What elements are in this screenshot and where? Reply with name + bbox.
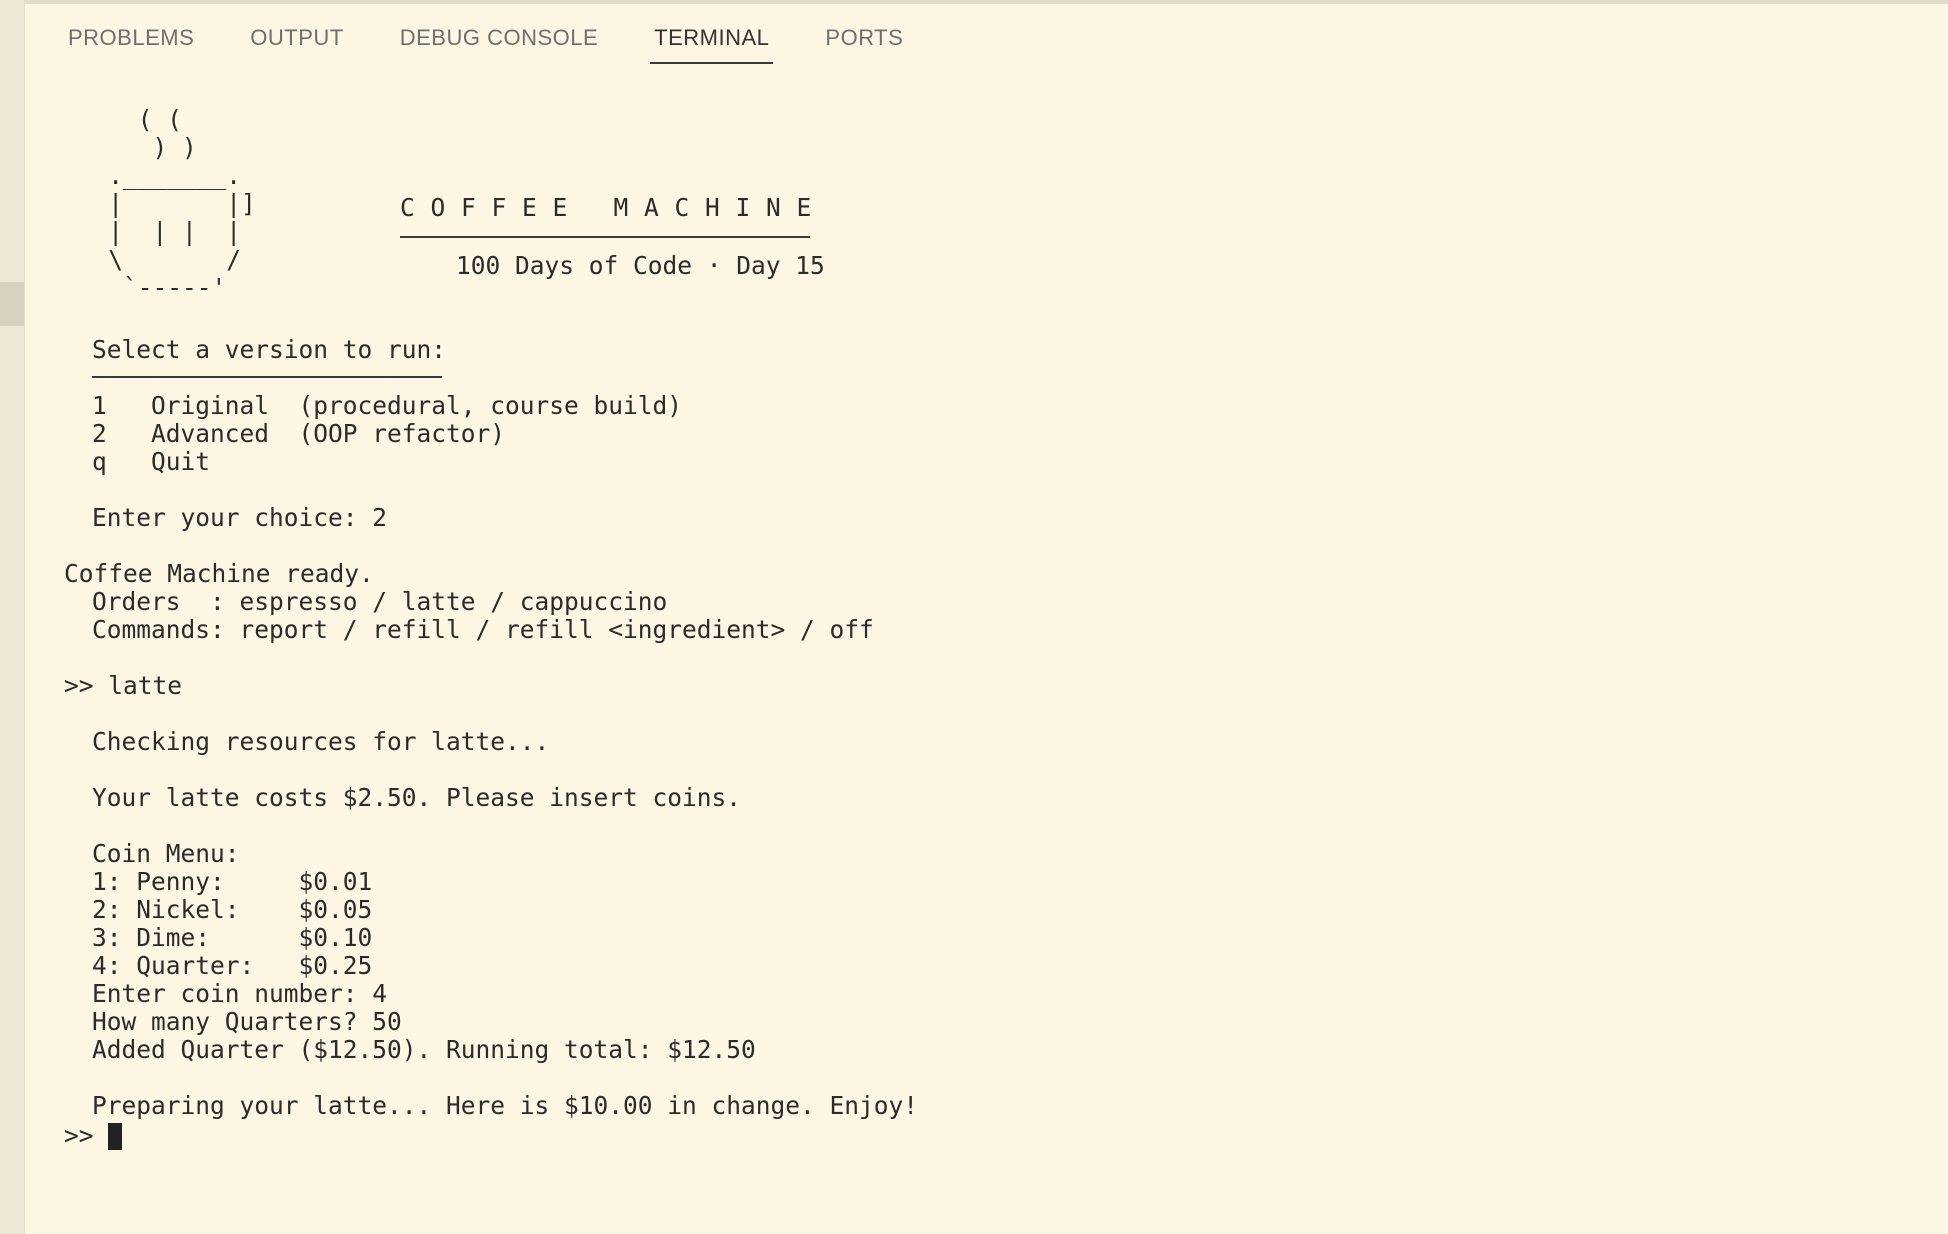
choice-line: Enter your choice: 2 (92, 503, 388, 532)
menu-option: q Quit (92, 447, 211, 476)
preparing-line: Preparing your latte... Here is $10.00 i… (92, 1091, 919, 1120)
coin-menu-item: 4: Quarter: $0.25 (92, 951, 373, 980)
menu-option: 2 Advanced (OOP refactor) (92, 419, 506, 448)
orders-line: Orders : espresso / latte / cappuccino (92, 587, 668, 616)
coin-menu-heading: Coin Menu: (92, 839, 240, 868)
terminal-output[interactable]: Select a version to run: 1 Original (pro… (64, 0, 1924, 1120)
user-input-line: >> latte (64, 671, 183, 700)
text-cursor (107, 1122, 122, 1150)
checking-line: Checking resources for latte... (92, 727, 550, 756)
menu-option: 1 Original (procedural, course build) (92, 391, 683, 420)
prompt-symbol: >> (64, 1121, 94, 1150)
coin-menu-item: 3: Dime: $0.10 (92, 923, 373, 952)
cost-line: Your latte costs $2.50. Please insert co… (92, 783, 742, 812)
how-many-line: How many Quarters? 50 (92, 1007, 402, 1036)
coin-number-line: Enter coin number: 4 (92, 979, 388, 1008)
coin-menu-item: 2: Nickel: $0.05 (92, 895, 373, 924)
coin-menu-item: 1: Penny: $0.01 (92, 867, 373, 896)
added-line: Added Quarter ($12.50). Running total: $… (92, 1035, 756, 1064)
menu-divider (92, 376, 442, 378)
commands-line: Commands: report / refill / refill <ingr… (92, 615, 874, 644)
menu-heading: Select a version to run: (92, 335, 447, 364)
ready-line: Coffee Machine ready. (64, 559, 374, 588)
terminal-prompt[interactable]: >> (64, 1122, 122, 1150)
activity-gutter (0, 0, 25, 1234)
gutter-marker (0, 282, 24, 326)
